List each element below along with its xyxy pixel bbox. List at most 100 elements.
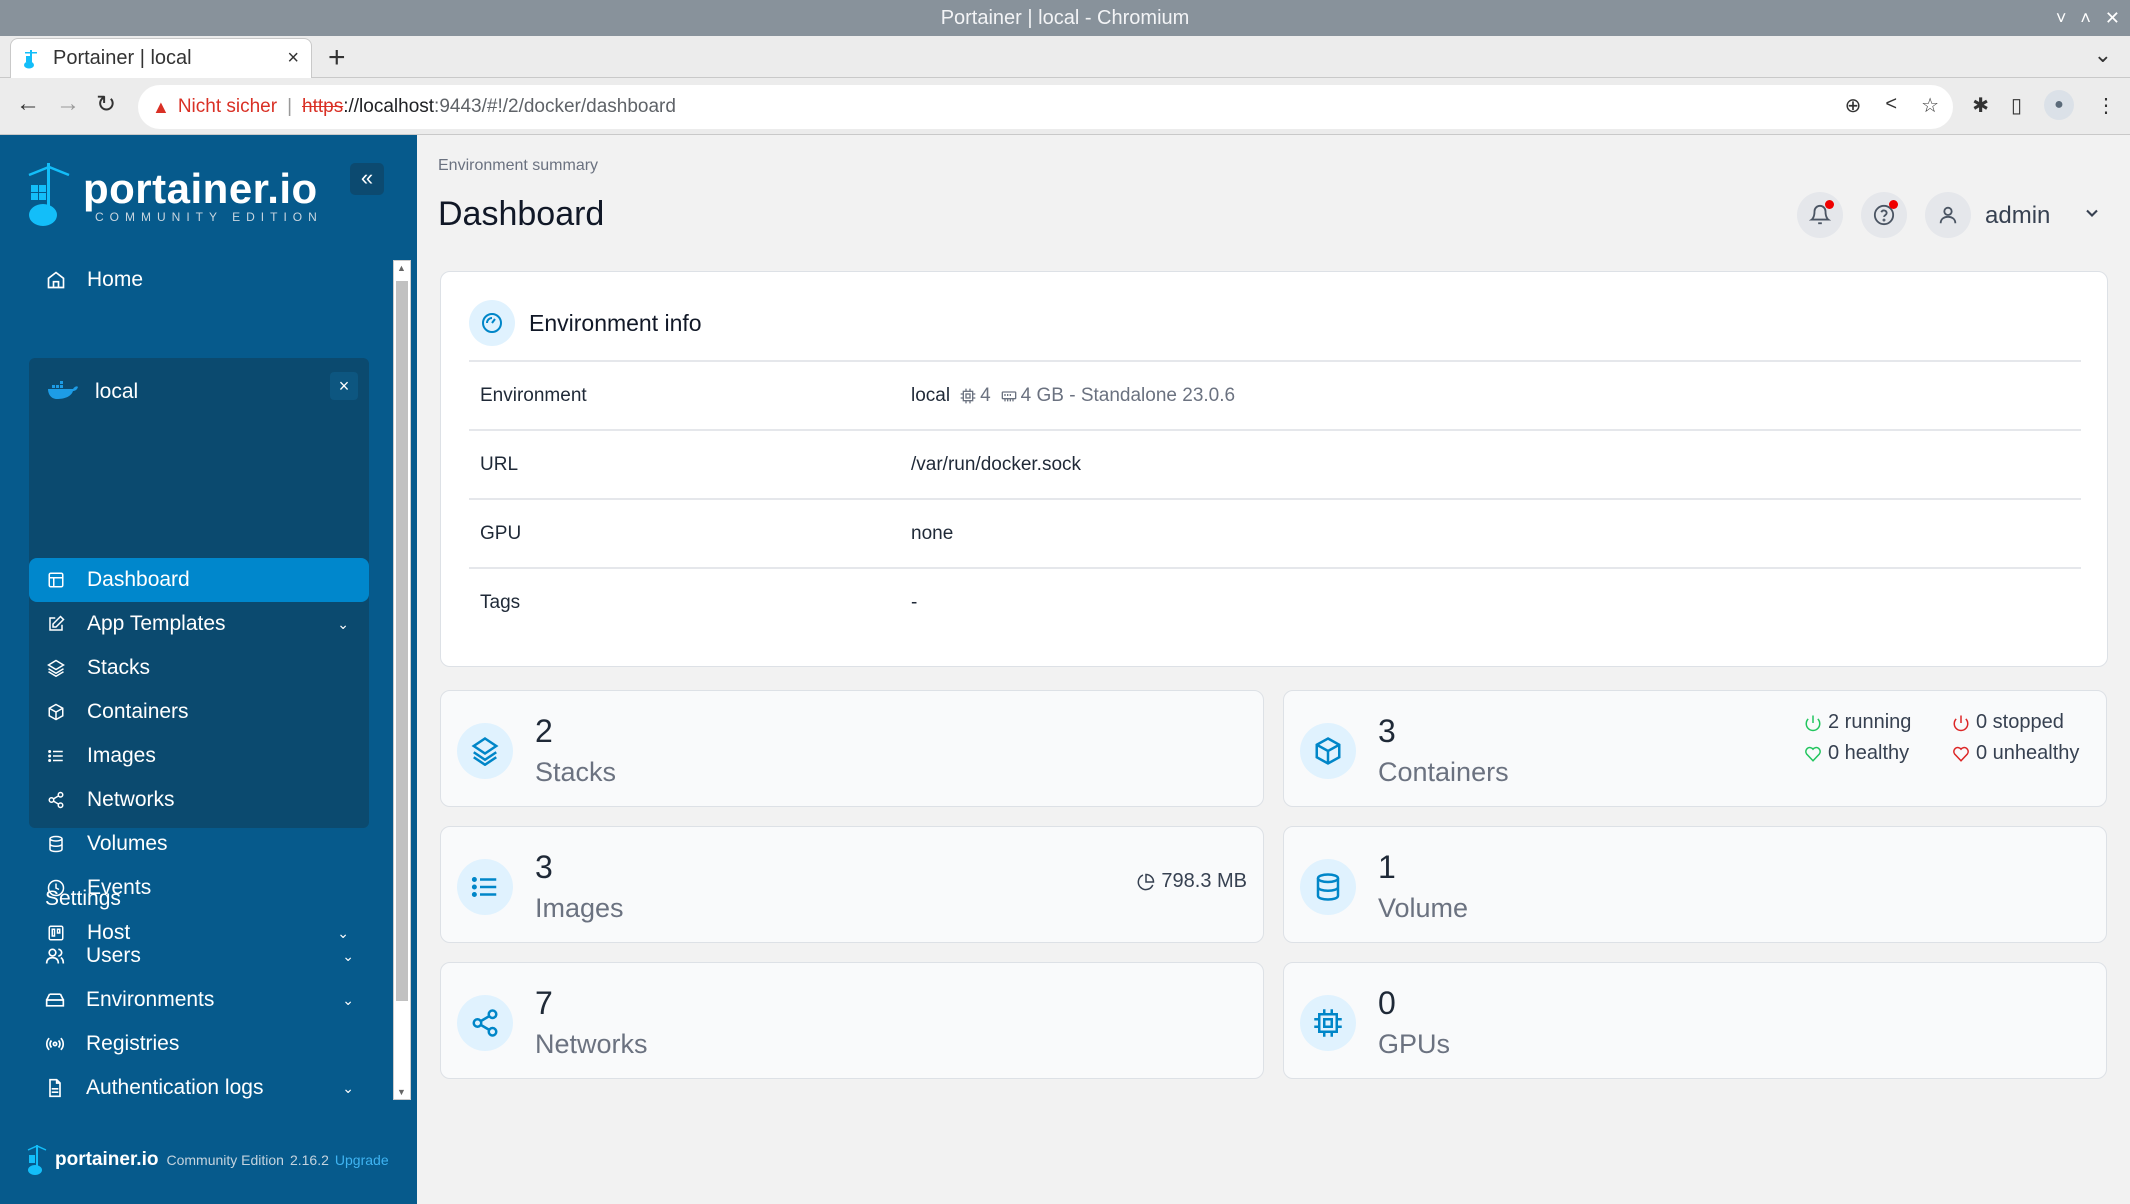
profile-icon[interactable]: ● [2044,90,2074,120]
sidebar: portainer.io COMMUNITY EDITION « Home lo… [0,135,417,1204]
clear-environment-button[interactable]: × [330,372,358,400]
stacks-count: 2 [535,713,553,749]
side-panel-icon[interactable]: ▯ [2011,93,2022,118]
brand-name: portainer.io [83,165,318,212]
portainer-logo[interactable]: portainer.io COMMUNITY EDITION [27,163,323,229]
chevron-down-icon[interactable]: ⌄ [342,948,354,965]
chevron-down-icon[interactable] [2082,203,2102,223]
images-card[interactable]: 3 Images 798.3 MB [440,826,1264,943]
pie-chart-icon [1137,873,1155,890]
tab-close-button[interactable]: × [287,47,299,70]
tab-title: Portainer | local [53,47,192,69]
scrollbar-thumb[interactable] [396,281,408,1001]
sidebar-item-home[interactable]: Home [45,268,143,292]
healthy-status: 0 healthy [1804,742,1952,765]
containers-card[interactable]: 3 Containers 2 running 0 stopped 0 healt… [1283,690,2107,807]
scroll-up-arrow-icon[interactable]: ▲ [397,263,406,273]
sidebar-item-stacks[interactable]: Stacks [29,646,369,690]
sidebar-item-environments[interactable]: Environments ⌄ [44,980,354,1020]
window-title: Portainer | local - Chromium [940,7,1190,29]
user-avatar[interactable] [1925,192,1971,238]
window-controls: ˅ ˄ ✕ [2056,0,2120,36]
stopped-count: 0 stopped [1976,711,2064,733]
browser-menu-icon[interactable]: ⋮ [2096,93,2116,118]
edit-icon [45,613,67,635]
chevron-down-icon[interactable]: ⌄ [342,992,354,1009]
scroll-down-arrow-icon[interactable]: ▼ [397,1087,406,1097]
cpu-count: 4 [980,384,991,406]
sidebar-item-app-templates[interactable]: App Templates ⌄ [29,602,369,646]
footer-edition: Community Edition [166,1152,284,1168]
sidebar-item-label: Authentication logs [86,1076,264,1099]
extensions-icon[interactable]: ✱ [1972,93,1989,118]
sidebar-item-label: Networks [87,788,175,811]
cpu-icon [960,388,976,403]
environment-info-header: Environment info [469,300,702,346]
footer-version: 2.16.2 [289,1152,329,1168]
sidebar-footer: portainer.io Community Edition 2.16.2 Up… [27,1145,389,1175]
box-icon [45,701,67,723]
containers-label: Containers [1378,757,1509,787]
images-size: 798.3 MB [1137,870,1247,893]
new-tab-button[interactable]: + [328,40,346,76]
list-icon [45,745,67,767]
collapse-sidebar-button[interactable]: « [350,163,384,195]
bookmark-star-icon[interactable]: ☆ [1921,93,1939,118]
share-icon[interactable]: < [1885,93,1897,118]
help-button[interactable] [1861,192,1907,238]
database-icon [1300,859,1356,915]
environment-header[interactable]: local [47,378,138,406]
forward-button[interactable]: → [56,90,80,118]
environment-name: local [95,380,139,403]
info-value: - [911,591,918,613]
images-size-value: 798.3 MB [1161,870,1247,892]
sidebar-item-label: Stacks [87,656,151,679]
info-row-tags: Tags - [469,567,2081,636]
notifications-button[interactable] [1797,192,1843,238]
environment-section: local × Dashboard App Templates ⌄ Stacks… [29,358,369,828]
share-icon [45,789,67,811]
security-label[interactable]: Nicht sicher [178,96,277,118]
page-title: Dashboard [438,195,605,233]
info-label: GPU [480,522,522,544]
minimize-button[interactable]: ˅ [2056,0,2067,36]
gpus-count: 0 [1378,985,1396,1021]
gpus-card[interactable]: 0 GPUs [1283,962,2107,1079]
upgrade-link[interactable]: Upgrade [335,1152,389,1168]
chevron-down-icon[interactable]: ⌄ [342,1080,354,1097]
tab-search-chevron-icon[interactable]: ⌄ [2094,42,2112,68]
sidebar-item-authentication-logs[interactable]: Authentication logs ⌄ [44,1068,354,1108]
sidebar-item-users[interactable]: Users ⌄ [44,936,354,976]
sidebar-item-containers[interactable]: Containers [29,690,369,734]
sidebar-scrollbar[interactable]: ▲ ▼ [393,260,411,1100]
box-icon [1300,723,1356,779]
footer-brand: portainer.io [55,1149,159,1170]
sidebar-item-label: Environments [86,988,215,1011]
heart-icon [1953,746,1969,762]
sidebar-item-networks[interactable]: Networks [29,778,369,822]
images-count: 3 [535,849,553,885]
power-icon [1953,715,1969,731]
close-window-button[interactable]: ✕ [2105,0,2120,36]
stacks-card[interactable]: 2 Stacks [440,690,1264,807]
toolbar-icons: ✱ ▯ ● ⋮ [1972,90,2116,120]
info-row-url: URL /var/run/docker.sock [469,429,2081,498]
zoom-icon[interactable]: ⊕ [1845,93,1862,118]
url-scheme: https [302,96,344,117]
back-button[interactable]: ← [16,90,40,118]
networks-card[interactable]: 7 Networks [440,962,1264,1079]
chevron-down-icon[interactable]: ⌄ [337,616,349,633]
environment-info-title: Environment info [529,309,702,336]
share-icon [457,995,513,1051]
list-icon [457,859,513,915]
volumes-card[interactable]: 1 Volume [1283,826,2107,943]
maximize-button[interactable]: ˄ [2080,0,2091,36]
user-menu-name[interactable]: admin [1985,202,2050,230]
sidebar-item-dashboard[interactable]: Dashboard [29,558,369,602]
url-bar[interactable]: ▲ Nicht sicher | https ://localhost :944… [138,85,1953,129]
browser-tab[interactable]: Portainer | local × [10,38,312,78]
sidebar-item-images[interactable]: Images [29,734,369,778]
sidebar-item-registries[interactable]: Registries [44,1024,354,1064]
sidebar-item-volumes[interactable]: Volumes [29,822,369,866]
reload-button[interactable]: ↻ [96,90,116,119]
